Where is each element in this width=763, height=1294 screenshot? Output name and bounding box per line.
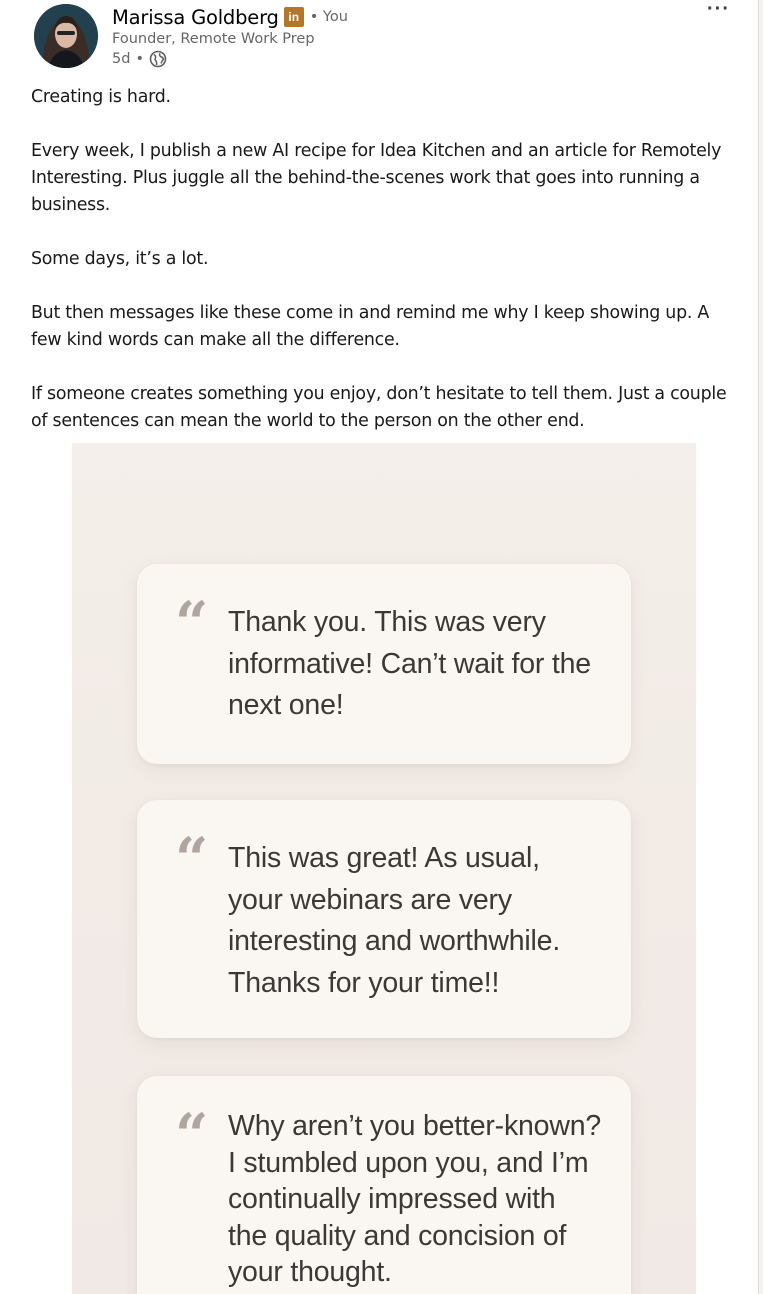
testimonial-card: “ Thank you. This was very informative! … — [137, 564, 631, 764]
author-headline: Founder, Remote Work Prep — [112, 31, 315, 47]
meta-separator: • — [135, 51, 144, 67]
avatar[interactable] — [34, 4, 98, 68]
quote-mark-icon: “ — [175, 825, 209, 893]
quote-mark-icon: “ — [175, 1101, 209, 1169]
post-meta: 5d • — [112, 50, 167, 68]
post-time: 5d — [112, 51, 131, 67]
testimonial-text: Thank you. This was very informative! Ca… — [228, 606, 591, 721]
post-paragraph: If someone creates something you enjoy, … — [31, 384, 727, 431]
post-text: Creating is hard. Every week, I publish … — [31, 84, 743, 435]
testimonial-card: “ Why aren’t you better-known? I stumble… — [137, 1076, 631, 1294]
feed-post: Marissa Goldberg in • You Founder, Remot… — [0, 0, 759, 1294]
post-paragraph: But then messages like these come in and… — [31, 303, 710, 350]
author-name[interactable]: Marissa Goldberg — [112, 6, 279, 29]
linkedin-premium-badge: in — [283, 7, 304, 27]
relation-label: • You — [309, 9, 348, 25]
testimonial-text: Why aren’t you better-known? I stumbled … — [228, 1110, 601, 1288]
quote-mark-icon: “ — [175, 589, 209, 657]
globe-icon — [149, 50, 167, 68]
post-paragraph: Some days, it’s a lot. — [31, 249, 209, 269]
more-options-button[interactable]: ··· — [707, 0, 730, 21]
post-paragraph: Every week, I publish a new AI recipe fo… — [31, 141, 722, 215]
post-paragraph: Creating is hard. — [31, 87, 171, 107]
testimonial-card: “ This was great! As usual, your webinar… — [137, 800, 631, 1038]
post-image[interactable]: “ Thank you. This was very informative! … — [72, 443, 696, 1294]
testimonial-text: This was great! As usual, your webinars … — [228, 842, 561, 999]
